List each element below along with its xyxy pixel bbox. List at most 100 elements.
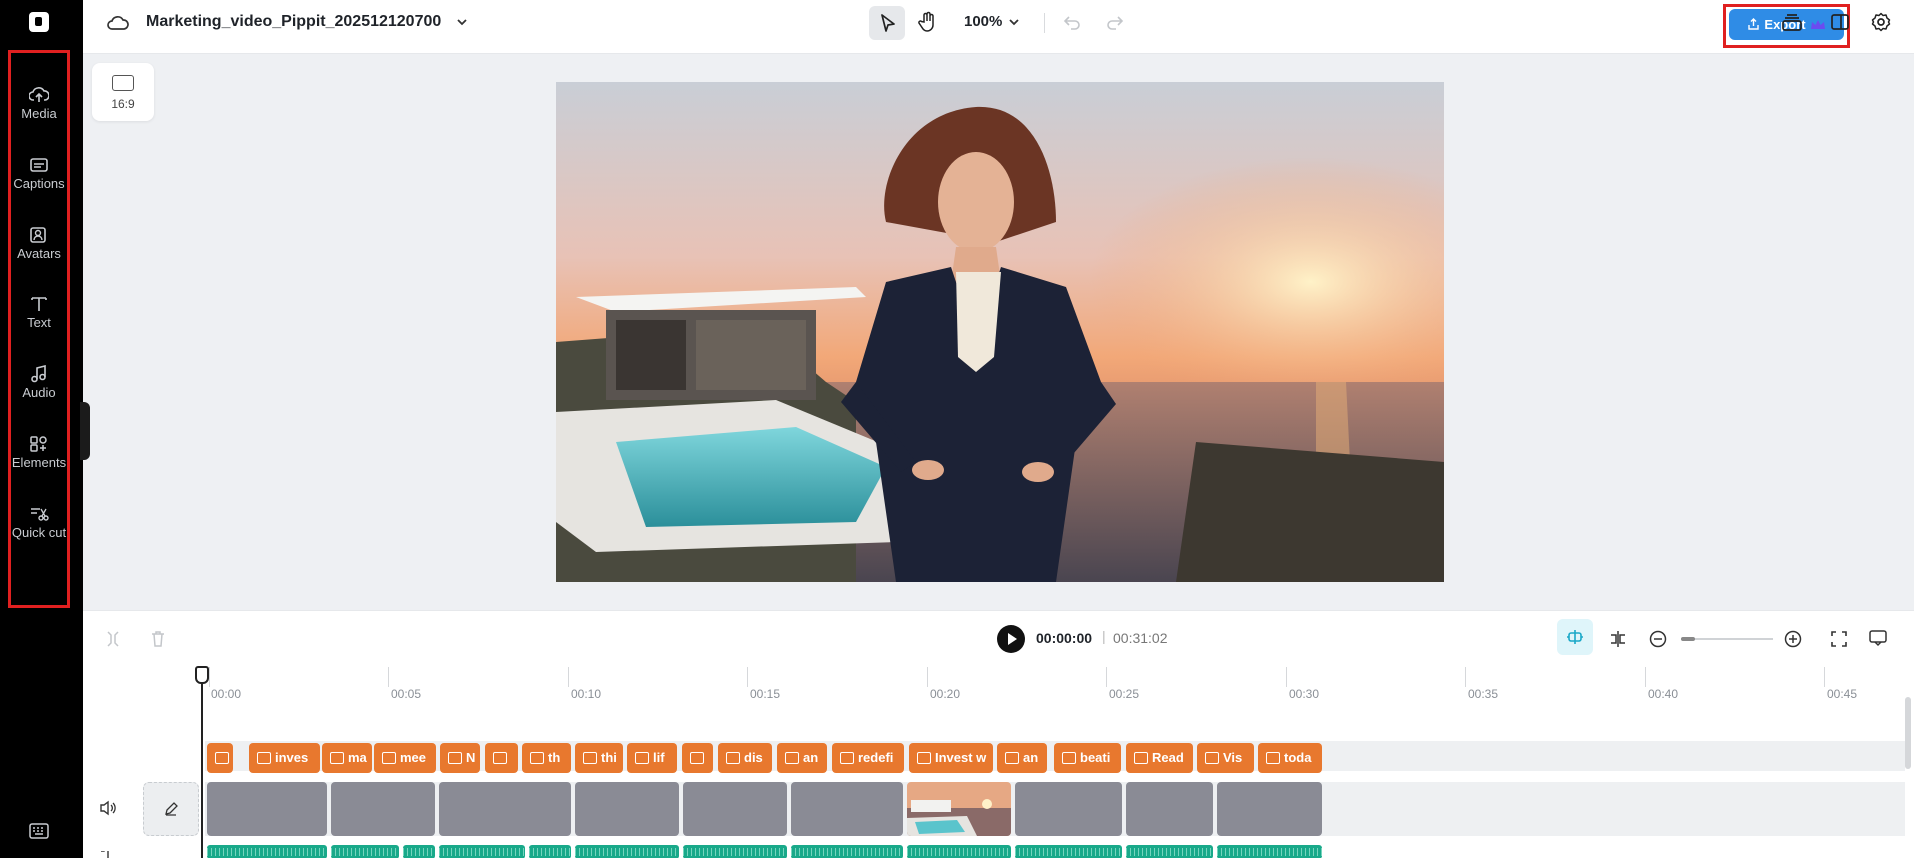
video-clip-thumbnail[interactable] [907,782,1011,836]
caption-clip[interactable]: redefi [832,743,904,773]
aspect-ratio-label: 16:9 [111,97,135,111]
video-preview[interactable] [556,82,1444,582]
timeline-zoom-thumb[interactable] [1681,637,1695,641]
volume-icon[interactable] [99,800,117,816]
caption-clip[interactable]: Invest w [909,743,993,773]
sidebar-item-audio[interactable]: Audio [8,365,70,401]
audio-clip[interactable] [907,845,1011,858]
audio-clip[interactable] [331,845,399,858]
app-window: Media Captions Avatars Text Audio Elemen… [0,0,1914,858]
edit-cover-button[interactable] [143,782,199,836]
zoom-out-icon[interactable] [1649,630,1667,648]
aspect-ratio-icon [112,75,134,91]
sidebar-item-avatars[interactable]: Avatars [8,226,70,262]
app-logo[interactable] [29,12,49,32]
audio-clip[interactable] [791,845,903,858]
project-title[interactable]: Marketing_video_Pippit_202512120700 [146,13,441,31]
caption-clip[interactable]: an [777,743,827,773]
caption-clip[interactable]: Vis [1197,743,1254,773]
sidebar-item-media[interactable]: Media [8,86,70,122]
audio-clip[interactable] [1126,845,1213,858]
elements-icon [30,436,47,452]
sidebar-item-captions[interactable]: Captions [8,156,70,192]
video-clip[interactable] [331,782,435,836]
comment-icon[interactable] [1868,629,1888,647]
caption-clip[interactable]: an [997,743,1047,773]
sidebar-item-label: Quick cut [11,525,67,540]
hand-tool-icon[interactable] [918,11,938,33]
redo-icon[interactable] [1105,13,1125,31]
audio-clip[interactable] [439,845,525,858]
sidebar-item-label: Media [21,106,57,121]
caption-clip[interactable]: N [440,743,480,773]
audio-clip[interactable] [1015,845,1122,858]
video-clip[interactable] [1217,782,1322,836]
ruler-label: 00:45 [1827,687,1858,701]
video-clip[interactable] [575,782,679,836]
sidebar-collapse-handle[interactable] [80,402,90,460]
sidebar-item-label: Avatars [17,246,61,261]
sidebar-item-elements[interactable]: Elements [8,435,70,471]
ruler-label: 00:40 [1648,687,1679,701]
keyboard-icon[interactable] [29,823,49,839]
caption-clip[interactable]: mee [374,743,436,773]
timeline-ruler[interactable]: 00:00 00:05 00:10 00:15 00:20 00:25 00:3… [83,667,1914,701]
zoom-chevron-down-icon[interactable] [1008,17,1020,27]
top-bar: Marketing_video_Pippit_202512120700 100%… [83,0,1914,54]
caption-clip[interactable]: Read [1126,743,1193,773]
video-clip[interactable] [207,782,327,836]
zoom-level[interactable]: 100% [964,13,1002,30]
sidebar-item-label: Elements [11,455,67,470]
caption-clip[interactable]: beati [1054,743,1121,773]
caption-clip[interactable]: \ [207,743,233,773]
video-clip[interactable] [791,782,903,836]
audio-volume-icon[interactable] [99,851,117,858]
caption-clip[interactable] [485,743,518,773]
timeline-scrollbar[interactable] [1905,697,1911,769]
settings-gear-icon[interactable] [1871,12,1891,32]
audio-clip[interactable] [575,845,679,858]
video-clip[interactable] [683,782,787,836]
caption-clip[interactable]: dis [718,743,772,773]
split-align-icon[interactable] [1608,630,1628,648]
caption-clip[interactable]: th [522,743,571,773]
zoom-in-icon[interactable] [1784,630,1802,648]
audio-clip[interactable] [529,845,571,858]
text-icon [31,297,47,311]
video-clip[interactable] [1015,782,1122,836]
panel-layout-icon[interactable] [1830,13,1850,31]
sidebar-item-quick-cut[interactable]: Quick cut [8,505,70,541]
sidebar-item-text[interactable]: Text [8,295,70,331]
sidebar-item-label: Audio [22,385,56,400]
pencil-icon [165,802,178,816]
playhead-handle[interactable] [195,666,209,684]
ruler-label: 00:10 [571,687,602,701]
audio-clip[interactable] [1217,845,1322,858]
caption-clip[interactable] [682,743,713,773]
timeline-panel: 00:00:00 | 00:31:02 00:00 00:05 00:10 00… [83,610,1914,858]
caption-clip[interactable]: inves [249,743,320,773]
video-clip[interactable] [439,782,571,836]
caption-clip[interactable]: lif [627,743,677,773]
preview-frame-image [556,82,1444,582]
split-icon[interactable] [105,630,121,648]
snap-toggle-button[interactable] [1557,619,1593,655]
select-tool-button[interactable] [869,6,905,40]
caption-clip[interactable]: ma [322,743,372,773]
fullscreen-icon[interactable] [1830,630,1848,648]
playhead-line[interactable] [201,666,203,858]
delete-icon[interactable] [150,630,166,648]
aspect-ratio-button[interactable]: 16:9 [92,63,154,121]
video-clip[interactable] [1126,782,1213,836]
ruler-label: 00:20 [930,687,961,701]
play-button[interactable] [997,625,1025,653]
caption-clip[interactable]: thi [575,743,623,773]
audio-clip[interactable] [403,845,435,858]
chevron-down-icon[interactable] [456,17,468,27]
layers-icon[interactable] [1781,13,1803,33]
undo-icon[interactable] [1062,13,1082,31]
audio-clip[interactable] [683,845,787,858]
audio-clip[interactable] [207,845,327,858]
caption-clip[interactable]: toda [1258,743,1322,773]
ruler-label: 00:25 [1109,687,1140,701]
